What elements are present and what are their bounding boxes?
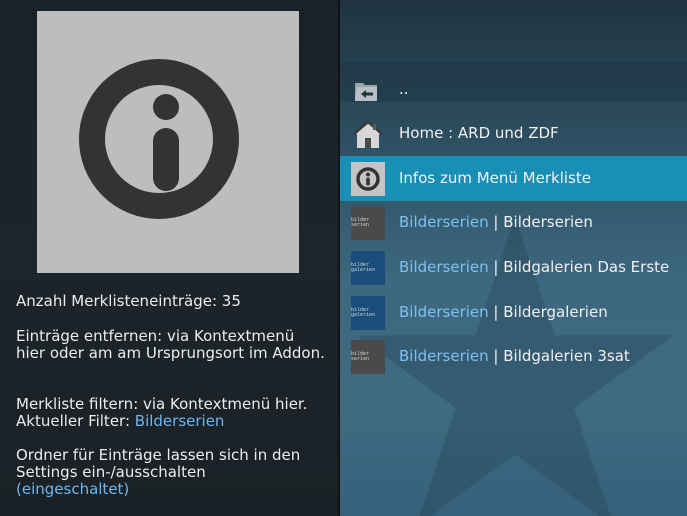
- thumbnail-text: bilder serien: [351, 217, 370, 228]
- thumbnail-icon: bilder galerien: [351, 296, 385, 330]
- separator: |: [488, 347, 504, 365]
- back-folder-icon: [351, 73, 385, 107]
- list-item-bildgalerien-das-erste[interactable]: bilder galerien Bilderserien | Bildgaler…: [340, 245, 687, 290]
- list-item-label: Home : ARD und ZDF: [399, 124, 559, 142]
- list-item-info-merkliste[interactable]: Infos zum Menü Merkliste: [340, 156, 687, 201]
- info-thumbnail: [37, 11, 299, 273]
- current-filter-value: Bilderserien: [134, 412, 225, 430]
- info-panel: Anzahl Merklisteneinträge: 35 Einträge e…: [0, 0, 338, 516]
- separator: |: [488, 213, 504, 231]
- filter-hint: Merkliste filtern: via Kontextmenü hier.…: [16, 396, 326, 430]
- folder-hint-text: Ordner für Einträge lassen sich in den S…: [16, 446, 301, 481]
- item-title: Bildergalerien: [503, 303, 608, 321]
- thumbnail-text: bilder galerien: [351, 262, 376, 273]
- current-filter-label: Aktueller Filter:: [16, 412, 135, 430]
- item-title: Bildgalerien Das Erste: [503, 258, 670, 276]
- thumbnail-icon: bilder serien: [351, 340, 385, 374]
- remove-hint-text: Einträge entfernen: via Kontextmenü hier…: [16, 327, 325, 362]
- category-label: Bilderserien: [399, 303, 489, 321]
- separator: |: [488, 258, 504, 276]
- separator: |: [488, 303, 504, 321]
- thumbnail-text: bilder galerien: [351, 307, 376, 318]
- category-label: Bilderserien: [399, 258, 489, 276]
- list-item-label: Bilderserien | Bildgalerien Das Erste: [399, 245, 669, 290]
- entry-count: Anzahl Merklisteneinträge: 35: [16, 293, 326, 310]
- thumbnail-icon: bilder galerien: [351, 251, 385, 285]
- list-item-bilderserien[interactable]: bilder serien Bilderserien | Bilderserie…: [340, 200, 687, 245]
- list-panel[interactable]: .. Home : ARD und ZDF Infos zum Menü Mer…: [340, 0, 687, 516]
- item-title: Bildgalerien 3sat: [503, 347, 630, 365]
- entry-count-text: Anzahl Merklisteneinträge: 35: [16, 292, 241, 310]
- list-item-label: Bilderserien | Bildergalerien: [399, 290, 608, 335]
- remove-hint: Einträge entfernen: via Kontextmenü hier…: [16, 328, 326, 362]
- category-label: Bilderserien: [399, 347, 489, 365]
- list-item-bildgalerien-3sat[interactable]: bilder serien Bilderserien | Bildgalerie…: [340, 334, 687, 379]
- list-item-parent[interactable]: ..: [340, 67, 687, 112]
- category-label: Bilderserien: [399, 213, 489, 231]
- info-icon: [351, 162, 385, 196]
- list-item-label: ..: [399, 80, 409, 98]
- list-item-bildergalerien[interactable]: bilder galerien Bilderserien | Bildergal…: [340, 290, 687, 335]
- home-icon: [351, 117, 385, 151]
- thumbnail-icon: bilder serien: [351, 206, 385, 240]
- info-icon: [79, 59, 239, 219]
- list-item-home[interactable]: Home : ARD und ZDF: [340, 111, 687, 156]
- list-item-label: Bilderserien | Bildgalerien 3sat: [399, 334, 630, 379]
- filter-hint-text: Merkliste filtern: via Kontextmenü hier.: [16, 395, 308, 413]
- list-item-label: Bilderserien | Bilderserien: [399, 200, 593, 245]
- thumbnail-text: bilder serien: [351, 351, 370, 362]
- folder-state: (eingeschaltet): [16, 480, 130, 498]
- folder-hint: Ordner für Einträge lassen sich in den S…: [16, 447, 326, 498]
- list-item-label: Infos zum Menü Merkliste: [399, 169, 591, 187]
- item-title: Bilderserien: [503, 213, 593, 231]
